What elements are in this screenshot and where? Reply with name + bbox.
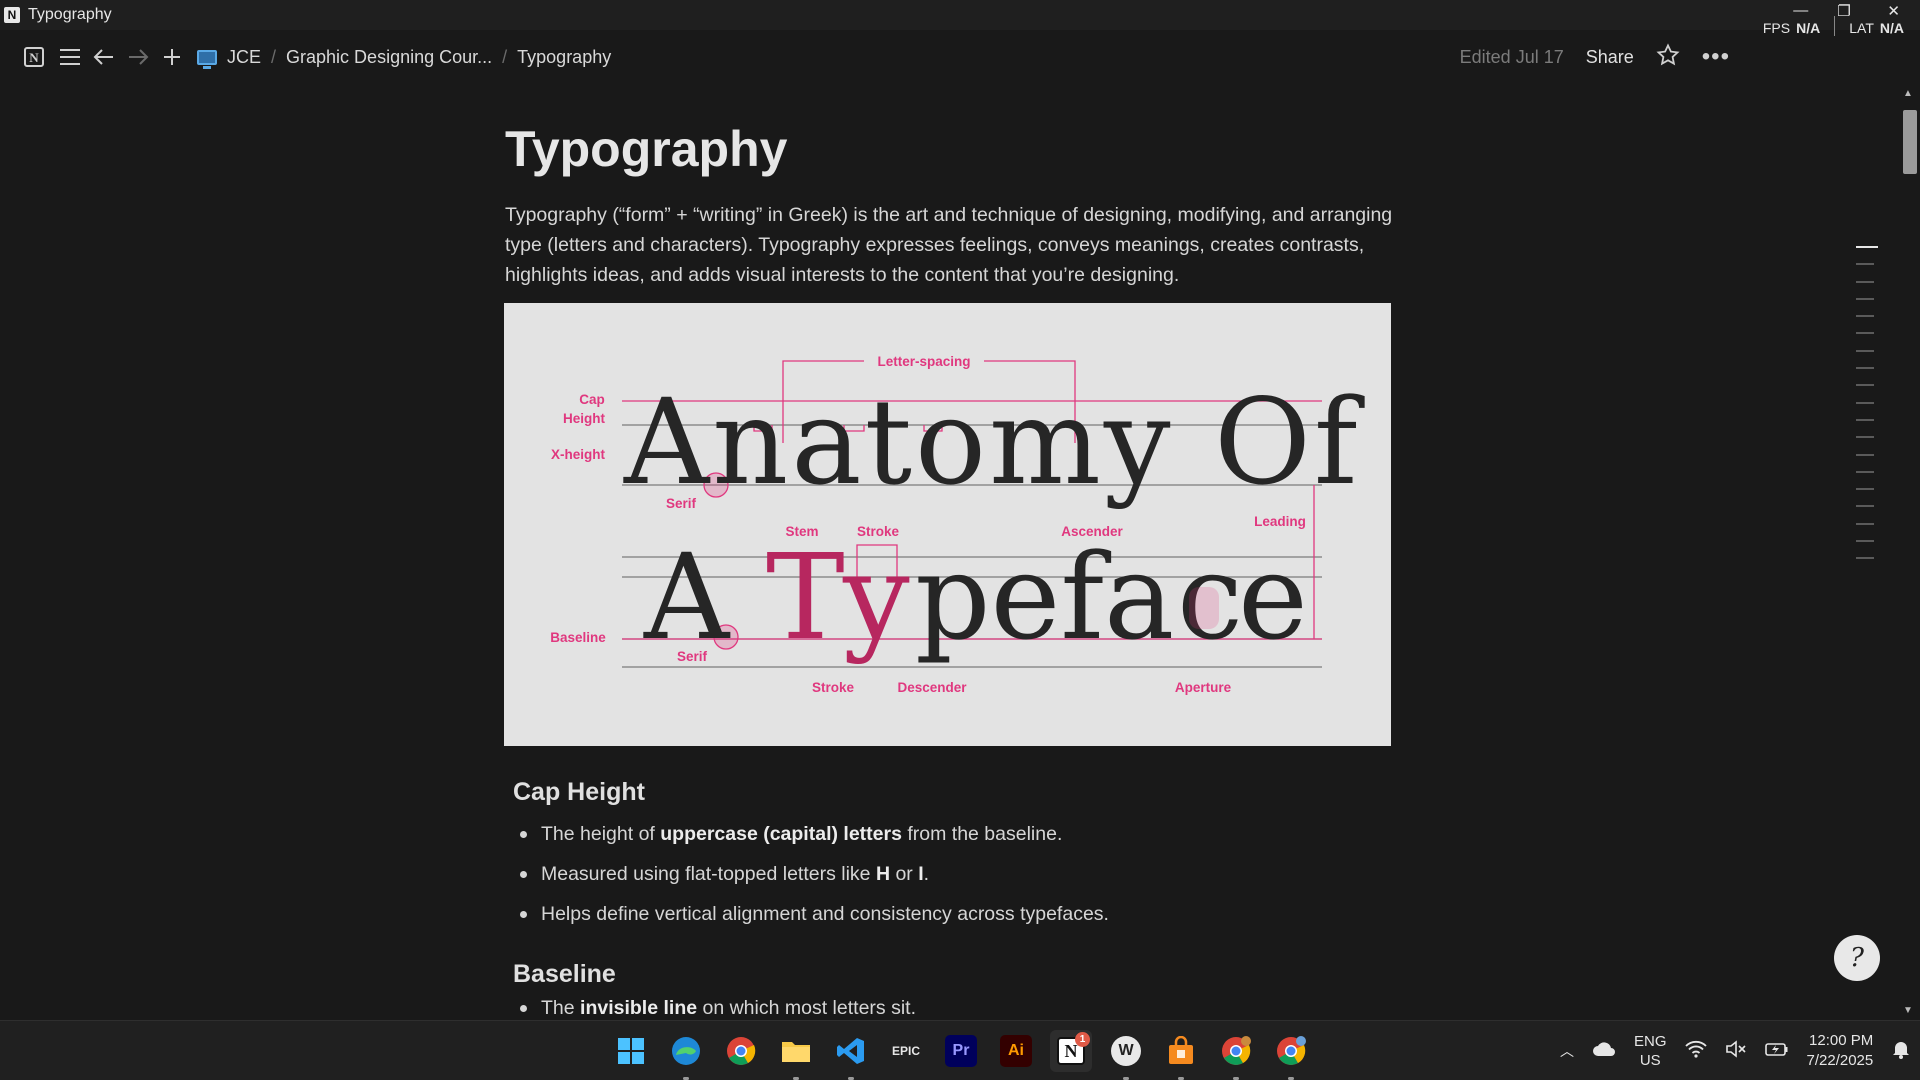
notion-home-icon[interactable]: N bbox=[17, 40, 51, 74]
label-leading: Leading bbox=[1254, 514, 1306, 529]
epic-games-icon[interactable]: EPIC bbox=[885, 1030, 927, 1072]
store-bag-icon[interactable] bbox=[1160, 1030, 1202, 1080]
system-clock[interactable]: 12:00 PM 7/22/2025 bbox=[1807, 1031, 1874, 1071]
help-icon[interactable]: ? bbox=[1834, 935, 1880, 981]
label-stroke-top: Stroke bbox=[857, 524, 900, 539]
back-arrow-icon[interactable] bbox=[87, 40, 121, 74]
chrome-profile-icon[interactable] bbox=[1215, 1030, 1257, 1080]
notification-bell-icon[interactable] bbox=[1891, 1039, 1911, 1063]
page-content: Typography Typography (“form” + “writing… bbox=[504, 84, 1395, 1019]
section-heading-baseline[interactable]: Baseline bbox=[513, 960, 616, 989]
edge-icon[interactable] bbox=[665, 1030, 707, 1080]
label-cap: Cap bbox=[579, 392, 605, 407]
typography-anatomy-image[interactable]: Anatomy Of A T y pefa c e Letter-spacing… bbox=[504, 303, 1391, 746]
label-stem: Stem bbox=[785, 524, 818, 539]
page-title[interactable]: Typography bbox=[505, 120, 1395, 178]
workspace-computer-icon bbox=[197, 49, 217, 69]
chrome-profile-icon-2[interactable] bbox=[1270, 1030, 1312, 1080]
scroll-down-icon[interactable]: ▼ bbox=[1903, 1005, 1913, 1016]
label-x-height: X-height bbox=[551, 447, 605, 462]
letter-y-descender: y bbox=[842, 528, 910, 666]
list-item[interactable]: The height of uppercase (capital) letter… bbox=[513, 814, 1393, 854]
list-item[interactable]: Measured using flat-topped letters like … bbox=[513, 854, 1393, 894]
label-letter-spacing: Letter-spacing bbox=[877, 354, 970, 369]
aperture-highlight bbox=[1189, 587, 1219, 629]
illustrator-icon[interactable]: Ai bbox=[995, 1030, 1037, 1072]
notion-taskbar-icon[interactable]: N 1 bbox=[1050, 1030, 1092, 1072]
language-indicator[interactable]: ENG US bbox=[1634, 1032, 1667, 1070]
chrome-icon[interactable] bbox=[720, 1030, 762, 1072]
label-baseline: Baseline bbox=[550, 630, 606, 645]
cap-height-list: The height of uppercase (capital) letter… bbox=[513, 814, 1393, 934]
letter-e: e bbox=[1238, 528, 1308, 666]
svg-text:N: N bbox=[29, 50, 39, 65]
share-button[interactable]: Share bbox=[1586, 47, 1634, 68]
list-item[interactable]: The invisible line on which most letters… bbox=[513, 996, 1393, 1020]
list-item[interactable]: Helps define vertical alignment and cons… bbox=[513, 894, 1393, 934]
wondershare-icon[interactable]: W bbox=[1105, 1030, 1147, 1080]
notification-badge: 1 bbox=[1075, 1032, 1090, 1047]
label-serif-1: Serif bbox=[666, 496, 697, 511]
label-height: Height bbox=[563, 411, 606, 426]
speaker-muted-icon[interactable] bbox=[1725, 1040, 1747, 1062]
restore-icon[interactable]: ❐ bbox=[1837, 2, 1850, 20]
intro-paragraph[interactable]: Typography (“form” + “writing” in Greek)… bbox=[505, 200, 1395, 290]
minimize-icon[interactable]: — bbox=[1793, 2, 1808, 19]
breadcrumb: JCE / Graphic Designing Cour... / Typogr… bbox=[197, 47, 611, 69]
letter-A: A bbox=[643, 528, 731, 666]
letter-T-stem: T bbox=[766, 528, 845, 666]
window-title: Typography bbox=[28, 6, 112, 23]
label-ascender: Ascender bbox=[1061, 524, 1123, 539]
breadcrumb-current-page[interactable]: Typography bbox=[517, 47, 611, 68]
breadcrumb-workspace[interactable]: JCE bbox=[227, 47, 261, 68]
system-tray: ︿ ENG US 12:00 PM 7/22/2025 bbox=[1560, 1021, 1911, 1080]
baseline-list: The invisible line on which most letters… bbox=[513, 996, 1393, 1020]
letters-pefa: pefa bbox=[915, 528, 1174, 666]
forward-arrow-icon[interactable] bbox=[121, 40, 155, 74]
headline-line-1: Anatomy Of bbox=[623, 373, 1365, 511]
chevron-up-icon[interactable]: ︿ bbox=[1560, 1041, 1574, 1061]
battery-charging-icon[interactable] bbox=[1764, 1041, 1789, 1061]
vscode-icon[interactable] bbox=[830, 1030, 872, 1080]
edited-timestamp: Edited Jul 17 bbox=[1459, 46, 1564, 67]
sidebar-menu-icon[interactable] bbox=[53, 40, 87, 74]
notion-app-icon: N bbox=[4, 7, 20, 23]
start-windows-logo-icon[interactable] bbox=[610, 1030, 652, 1072]
close-icon[interactable]: ✕ bbox=[1887, 2, 1900, 20]
onedrive-cloud-icon[interactable] bbox=[1592, 1041, 1616, 1061]
more-options-icon[interactable]: ••• bbox=[1702, 43, 1730, 71]
scroll-up-icon[interactable]: ▲ bbox=[1903, 88, 1913, 99]
anatomy-diagram: Anatomy Of A T y pefa c e Letter-spacing… bbox=[550, 354, 1365, 695]
label-descender: Descender bbox=[897, 680, 967, 695]
file-explorer-folder-icon[interactable] bbox=[775, 1030, 817, 1080]
table-of-contents-outline[interactable] bbox=[1856, 246, 1878, 575]
scrollbar-thumb[interactable] bbox=[1903, 110, 1917, 174]
window-titlebar: N Typography — FPS N/A ❐ ✕ LAT N/A bbox=[0, 0, 1920, 36]
wifi-icon[interactable] bbox=[1684, 1040, 1707, 1062]
page-topbar: N JCE / Graphic Designing Cour... / Typo… bbox=[0, 30, 1920, 84]
label-stroke-bottom: Stroke bbox=[812, 680, 855, 695]
label-serif-2: Serif bbox=[677, 649, 708, 664]
breadcrumb-course[interactable]: Graphic Designing Cour... bbox=[286, 47, 492, 68]
new-page-plus-icon[interactable] bbox=[155, 40, 189, 74]
section-heading-cap-height[interactable]: Cap Height bbox=[513, 778, 645, 807]
scrollbar-track[interactable] bbox=[1900, 84, 1920, 1020]
label-aperture: Aperture bbox=[1175, 680, 1232, 695]
favorite-star-icon[interactable] bbox=[1656, 42, 1680, 72]
windows-taskbar: EPIC Pr Ai N 1 W ︿ ENG US 12:00 PM 7/22/… bbox=[0, 1020, 1920, 1080]
premiere-pro-icon[interactable]: Pr bbox=[940, 1030, 982, 1072]
